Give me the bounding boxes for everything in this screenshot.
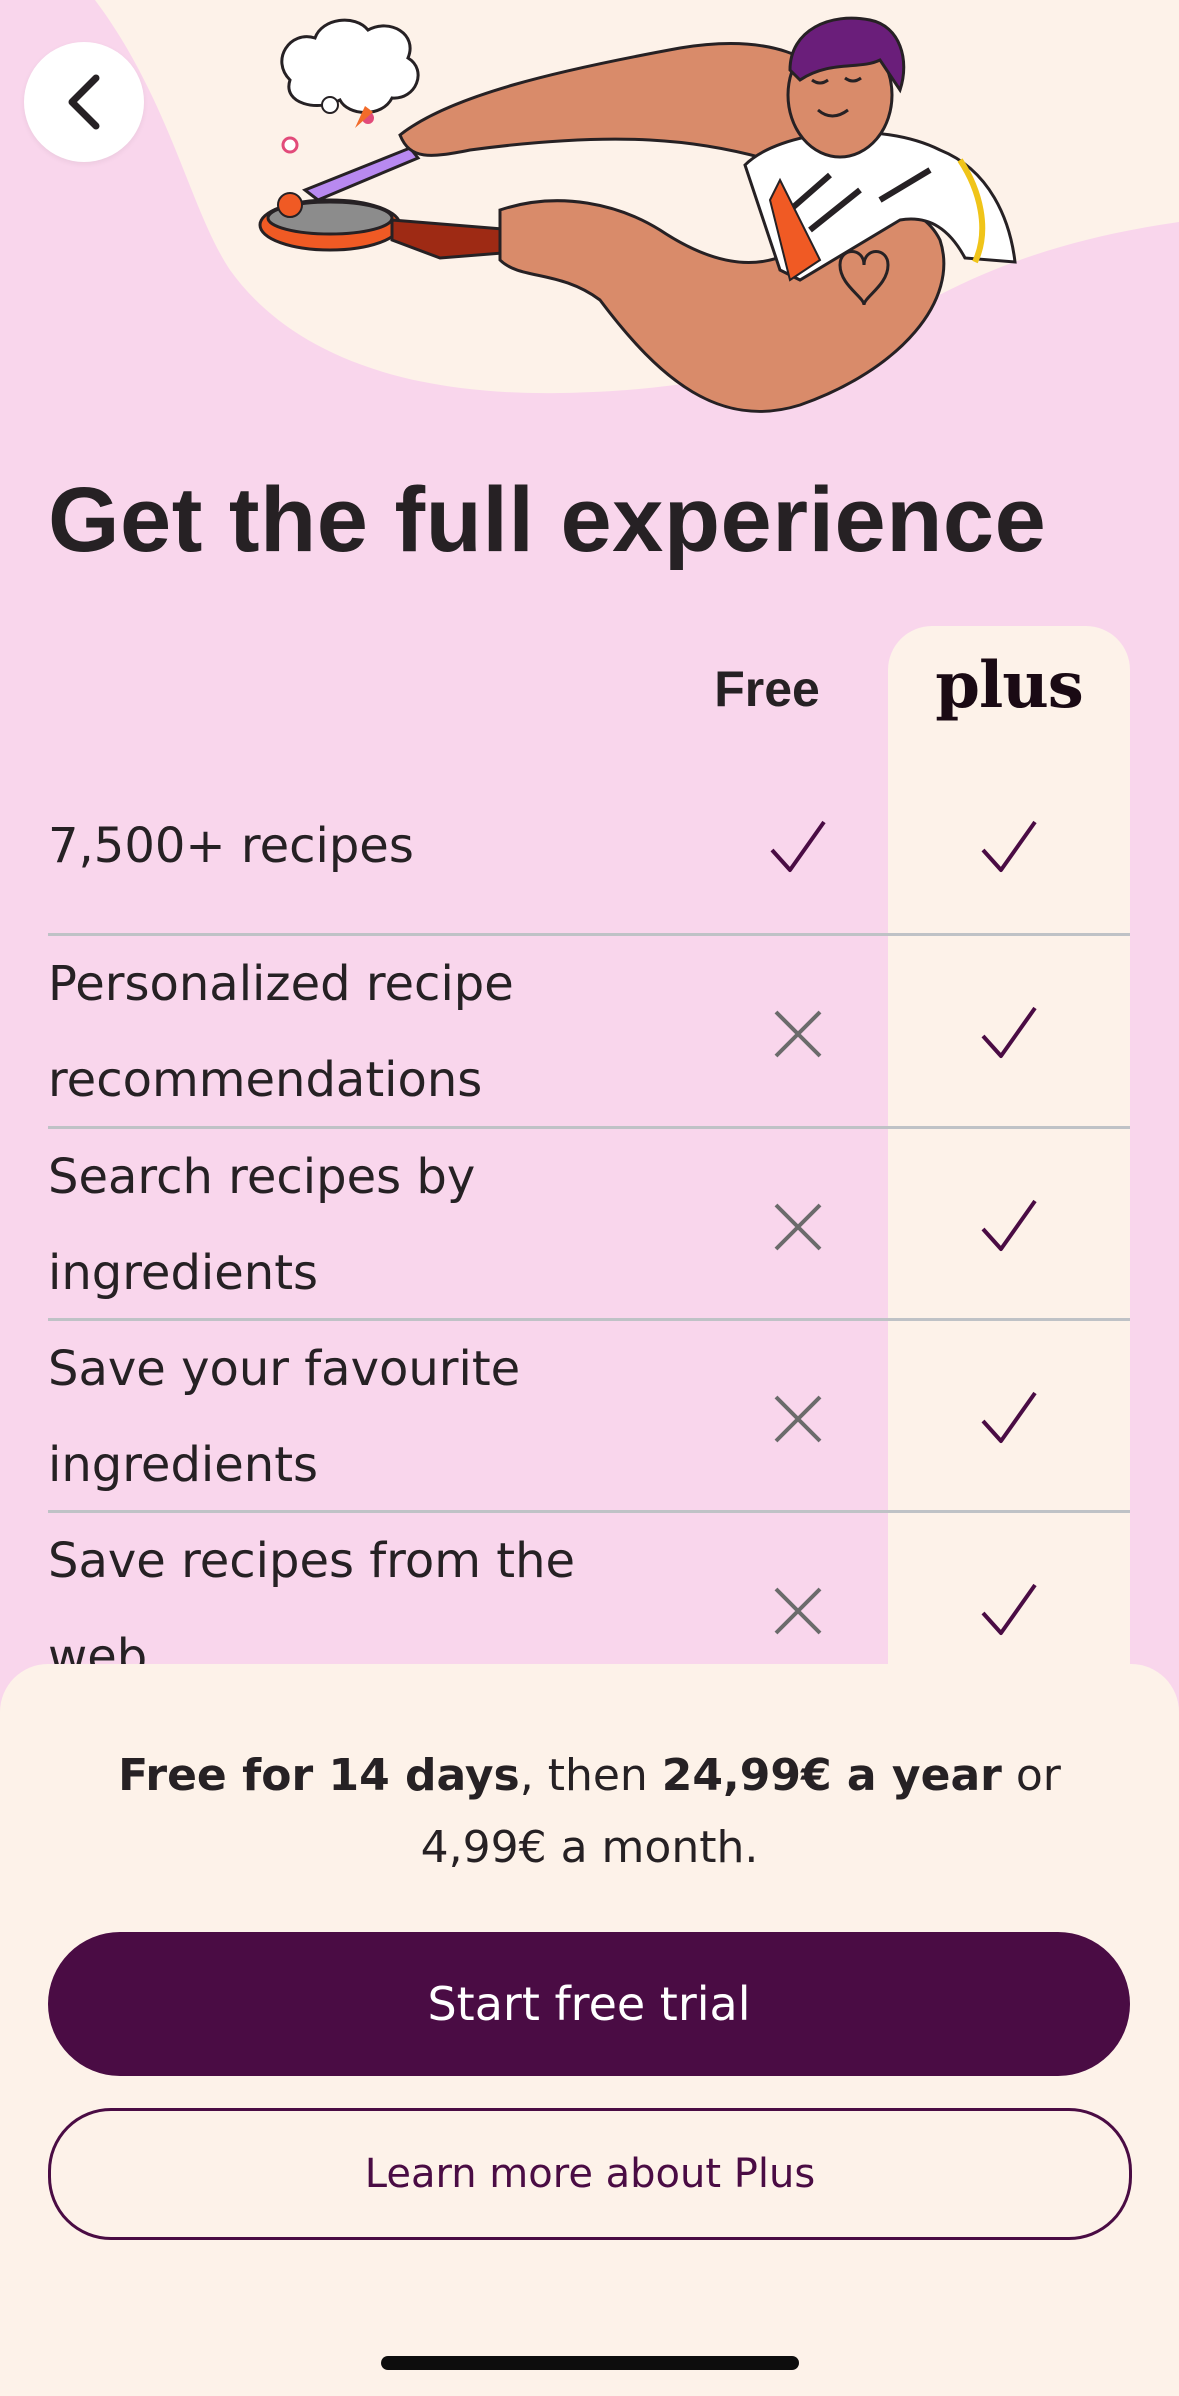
learn-more-button[interactable]: Learn more about Plus: [48, 2108, 1132, 2240]
pricing-text: Free for 14 days, then 24,99€ a year or …: [60, 1740, 1119, 1884]
check-icon: [981, 1199, 1037, 1251]
feature-label: 7,500+ recipes: [48, 818, 414, 874]
check-icon: [770, 820, 826, 872]
pricing-yearly: 24,99€ a year: [661, 1750, 1002, 1801]
pricing-then: , then: [519, 1750, 662, 1801]
feature-row: Save your favourite ingredients: [48, 1321, 1130, 1513]
feature-row: Personalized recipe recommendations: [48, 936, 1130, 1129]
free-column-header: Free: [714, 661, 820, 717]
feature-label: Search recipes by ingredients: [48, 1149, 476, 1301]
chevron-left-icon: [68, 74, 100, 130]
cross-icon: [774, 1395, 822, 1443]
page-title: Get the full experience: [48, 469, 1047, 571]
check-icon: [981, 1006, 1037, 1058]
cross-icon: [774, 1587, 822, 1635]
cross-icon: [774, 1203, 822, 1251]
feature-row: 7,500+ recipes: [48, 756, 1130, 936]
feature-label: Personalized recipe recommendations: [48, 956, 514, 1108]
hero-illustration: [0, 0, 1179, 430]
check-icon: [981, 1391, 1037, 1443]
cross-icon: [774, 1010, 822, 1058]
chef-cooking-illustration: [95, 0, 1179, 413]
home-indicator: [381, 2356, 799, 2370]
start-free-trial-button[interactable]: Start free trial: [48, 1932, 1130, 2076]
feature-row: Search recipes by ingredients: [48, 1129, 1130, 1321]
plus-column-header: plus: [935, 648, 1084, 723]
feature-label: Save your favourite ingredients: [48, 1341, 521, 1493]
check-icon: [981, 820, 1037, 872]
pricing-trial: Free for 14 days: [118, 1750, 520, 1801]
back-button[interactable]: [24, 42, 144, 162]
check-icon: [981, 1583, 1037, 1635]
